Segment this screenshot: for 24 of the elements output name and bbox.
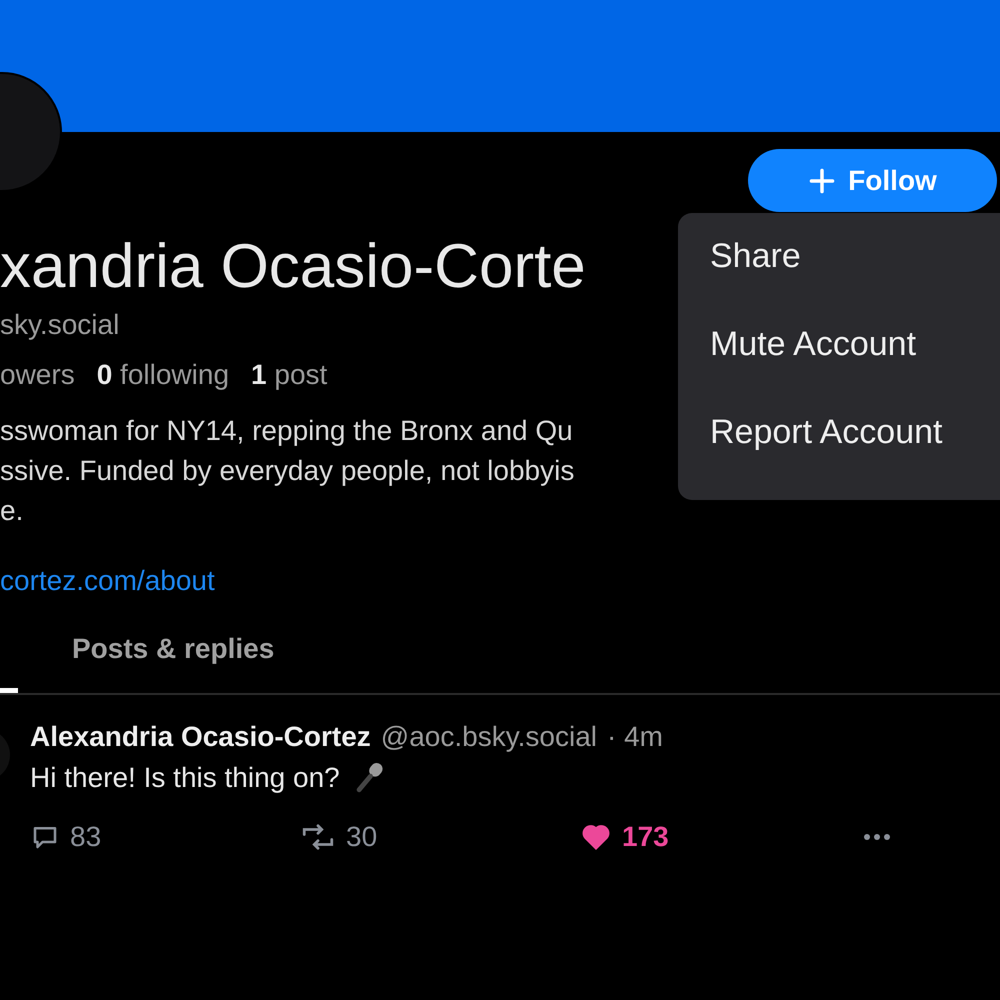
profile-name: xandria Ocasio-Corte [0, 233, 586, 301]
post-text: Hi there! Is this thing on? [30, 762, 340, 794]
menu-item[interactable]: Share [710, 233, 801, 279]
post-author[interactable]: Alexandria Ocasio-Cortez [30, 721, 371, 753]
profile-handle: sky.social [0, 309, 120, 341]
plus-icon [808, 166, 836, 194]
stat-count[interactable]: 1 post [251, 359, 328, 391]
follow-button[interactable]: Follow [748, 149, 997, 212]
menu-item[interactable]: Mute Account [710, 321, 916, 367]
post-handle: @aoc.bsky.social [380, 721, 597, 753]
like-count: 173 [622, 821, 669, 853]
menu-item[interactable]: Report Account [710, 409, 942, 455]
profile-link[interactable]: cortez.com/about [0, 565, 215, 596]
heart-icon[interactable] [580, 822, 612, 852]
reply-count: 83 [70, 821, 102, 853]
bio-text: ssive. Funded by everyday people, not lobbyis [0, 454, 574, 488]
post-time: · 4m [607, 721, 663, 753]
repost-count: 30 [346, 821, 378, 853]
tab[interactable]: Posts & replies [72, 633, 274, 693]
stat-count[interactable]: 0 following [96, 359, 230, 391]
bio-text: e. [0, 494, 24, 528]
bio-text: sswoman for NY14, repping the Bronx and Qu [0, 414, 573, 448]
stat-count[interactable]: owers [0, 359, 75, 391]
repost-icon[interactable] [300, 822, 336, 852]
